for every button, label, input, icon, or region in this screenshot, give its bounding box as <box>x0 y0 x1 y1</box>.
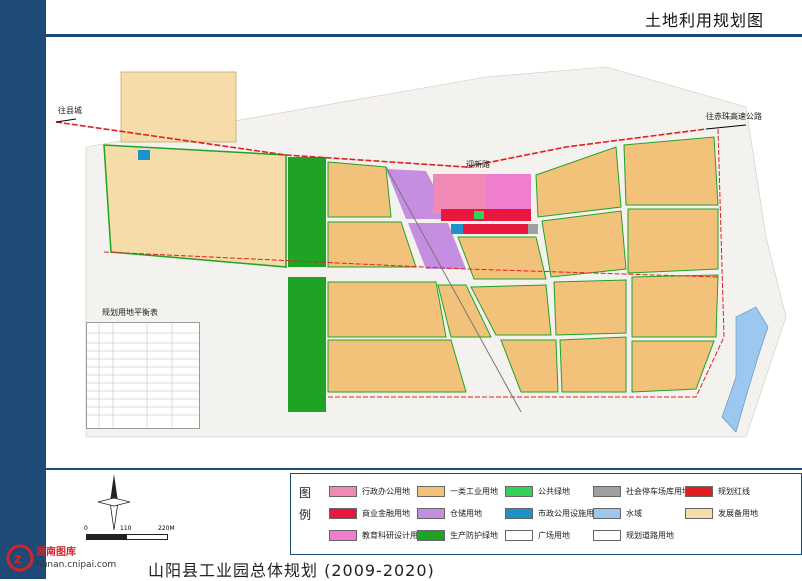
table-title: 规划用地平衡表 <box>102 308 158 317</box>
legend-item: 水域 <box>593 506 642 520</box>
parking-parcel <box>528 224 538 234</box>
industrial-parcel <box>553 279 627 336</box>
legend-item: 市政公用设施用地 <box>505 506 602 520</box>
legend-item: 广场用地 <box>505 528 570 542</box>
legend-label: 一类工业用地 <box>450 486 498 496</box>
legend-item: 教育科研设计用地 <box>329 528 426 542</box>
legend-label: 发展备用地 <box>718 508 758 518</box>
road-label-main: 迎新路 <box>466 160 490 169</box>
page-title: 土地利用规划图 <box>644 11 764 30</box>
legend-label: 社会停车场库用地 <box>626 486 690 496</box>
industrial-parcel <box>559 336 627 393</box>
legend-item: 社会停车场库用地 <box>593 484 690 498</box>
legend-box: 图例 行政办公用地 一类工业用地 公共绿地 社会停车场库用地 规划红线商业金融用地 仓储用… <box>290 473 802 555</box>
land-balance-table <box>86 322 200 429</box>
legend-swatch <box>329 485 357 497</box>
legend-label: 仓储用地 <box>450 508 482 518</box>
legend-swatch <box>593 485 621 497</box>
table-grid <box>87 323 199 428</box>
green-belt-south <box>288 277 326 412</box>
legend-swatch <box>329 507 357 519</box>
legend-label: 规划道路用地 <box>626 530 674 540</box>
industrial-parcel <box>541 210 627 278</box>
utility-parcel <box>138 150 150 160</box>
industrial-parcel <box>327 161 392 218</box>
industrial-parcel <box>457 236 547 280</box>
road-label-right: 往赤珠高速公路 <box>706 112 762 121</box>
legend-item: 商业金融用地 <box>329 506 410 520</box>
watermark-url: hunan.cnipai.com <box>36 560 117 570</box>
education-parcel <box>486 174 531 214</box>
legend-item: 公共绿地 <box>505 484 570 498</box>
commercial-parcel <box>441 209 531 221</box>
legend-label: 生产防护绿地 <box>450 530 498 540</box>
legend-label: 规划红线 <box>718 486 750 496</box>
legend-swatch <box>685 485 713 497</box>
watermark-name: 湖南图库 <box>36 547 76 558</box>
legend-swatch <box>417 529 445 541</box>
industrial-parcel <box>327 339 467 393</box>
industrial-parcel <box>327 221 417 268</box>
logo-icon: z <box>6 544 34 572</box>
legend-swatch <box>505 529 533 541</box>
reserve-land-west <box>103 144 287 268</box>
legend-swatch <box>417 485 445 497</box>
legend-item: 规划红线 <box>685 484 750 498</box>
legend-swatch <box>685 507 713 519</box>
scale-end: 220M <box>158 525 175 532</box>
legend-swatch <box>505 485 533 497</box>
legend-item: 行政办公用地 <box>329 484 410 498</box>
legend-area: 0 110 220M 图例 行政办公用地 一类工业用地 公共绿地 社会停车场库用地 规划… <box>46 468 802 557</box>
legend-swatch <box>593 507 621 519</box>
industrial-parcel <box>631 274 719 338</box>
scale-start: 0 <box>84 525 88 532</box>
legend-item: 仓储用地 <box>417 506 482 520</box>
legend-item: 规划道路用地 <box>593 528 674 542</box>
legend-label: 公共绿地 <box>538 486 570 496</box>
legend-swatch <box>593 529 621 541</box>
plan-title: 山阳县工业园总体规划 (2009-2020) <box>148 561 435 580</box>
legend-item: 生产防护绿地 <box>417 528 498 542</box>
land-use-map: 往县城 往赤珠高速公路 迎新路 规划用地平衡表 <box>46 37 802 467</box>
industrial-parcel <box>623 136 719 206</box>
svg-text:z: z <box>14 552 22 567</box>
legend-swatch <box>417 507 445 519</box>
legend-label: 广场用地 <box>538 530 570 540</box>
industrial-parcel <box>627 208 719 274</box>
legend-swatch <box>505 507 533 519</box>
legend-item: 发展备用地 <box>685 506 758 520</box>
scale-mid: 110 <box>120 525 132 532</box>
utility-parcel <box>451 224 463 234</box>
legend-swatch <box>329 529 357 541</box>
green-belt-north <box>288 157 326 267</box>
road-label-left: 往县城 <box>58 106 82 115</box>
legend-label: 商业金融用地 <box>362 508 410 518</box>
reserve-land-north <box>120 71 237 143</box>
legend-heading: 图例 <box>299 486 312 522</box>
legend-label: 行政办公用地 <box>362 486 410 496</box>
public-green <box>474 211 484 219</box>
legend-label: 水域 <box>626 508 642 518</box>
watermark-logo: z 湖南图库 hunan.cnipai.com <box>4 540 140 576</box>
legend-item: 一类工业用地 <box>417 484 498 498</box>
industrial-parcel <box>327 281 447 338</box>
left-accent-bar <box>0 0 46 579</box>
